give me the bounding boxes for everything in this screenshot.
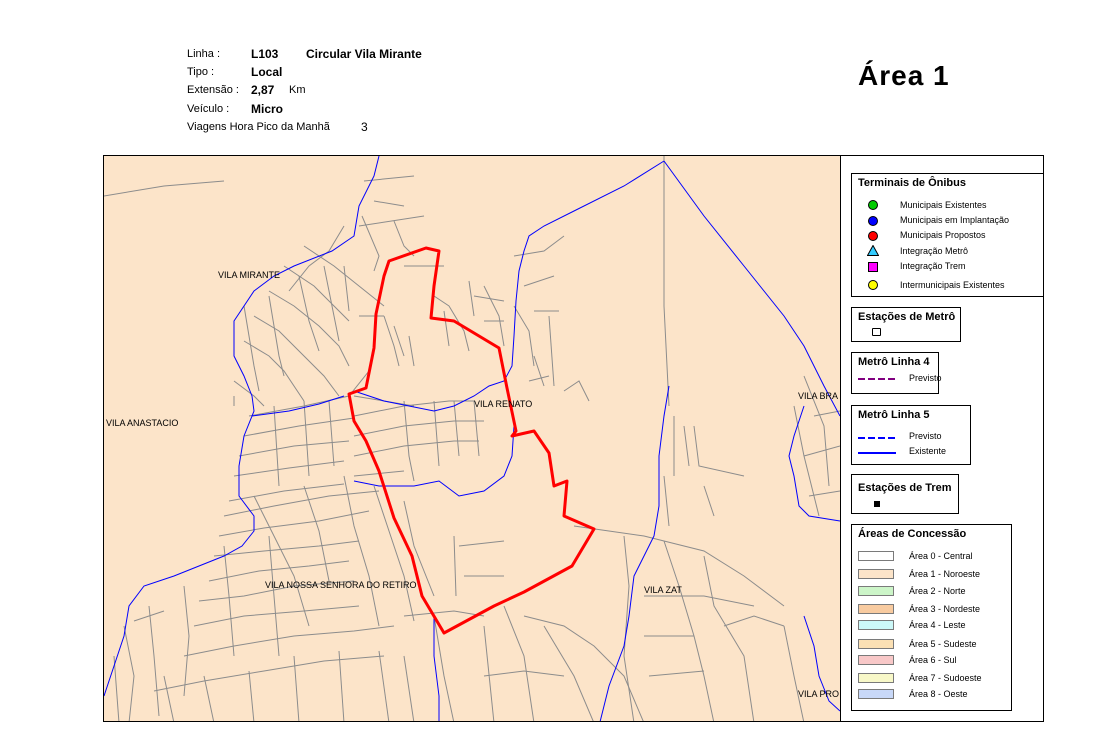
area-item-label: Área 3 - Nordeste xyxy=(909,604,981,614)
legend-areas-title: Áreas de Concessão xyxy=(858,528,967,540)
area-item-label: Área 1 - Noroeste xyxy=(909,569,981,579)
legend-metro-linha5-title: Metrô Linha 5 xyxy=(858,409,930,421)
map-frame: VILA MIRANTE VILA ANASTACIO VILA RENATO … xyxy=(103,155,1044,722)
tipo-label: Tipo : xyxy=(187,66,215,78)
linha-label: Linha : xyxy=(187,48,221,60)
area-item-label: Área 4 - Leste xyxy=(909,620,966,630)
terminal-item-label: Municipais Propostos xyxy=(900,230,986,240)
area-item-label: Área 0 - Central xyxy=(909,551,973,561)
veiculo-value: Micro xyxy=(251,102,284,116)
legend-panel: Terminais de Ônibus Municipais Existente… xyxy=(840,156,1043,721)
linha-code: L103 xyxy=(251,47,279,61)
area-item-label: Área 5 - Sudeste xyxy=(909,639,977,649)
legend-metro-linha4-title: Metrô Linha 4 xyxy=(858,356,930,368)
area-swatch xyxy=(858,655,894,665)
extensao-value: 2,87 xyxy=(251,83,275,97)
legend-areas: Áreas de Concessão Área 0 - Central Área… xyxy=(851,524,1012,711)
metro-linha5-previsto: Previsto xyxy=(909,431,942,441)
legend-metro-linha5: Metrô Linha 5 Previsto Existente xyxy=(851,405,971,465)
streets xyxy=(104,156,840,721)
map-svg xyxy=(104,156,840,721)
square-icon xyxy=(868,262,878,272)
legend-terminais: Terminais de Ônibus Municipais Existente… xyxy=(851,173,1043,297)
area-swatch xyxy=(858,569,894,579)
area-swatch xyxy=(858,551,894,561)
tipo-value: Local xyxy=(251,65,283,79)
yellow-circle-icon xyxy=(868,280,878,290)
label-vila-nossa-senhora: VILA NOSSA SENHORA DO RETIRO xyxy=(265,580,417,590)
linha-name: Circular Vila Mirante xyxy=(306,47,422,61)
area-item-label: Área 2 - Norte xyxy=(909,586,966,596)
legend-estacoes-trem-title: Estações de Trem xyxy=(858,482,952,494)
area-swatch xyxy=(858,604,894,614)
terminal-item-label: Municipais em Implantação xyxy=(900,215,1010,225)
terminal-item-label: Integração Metrô xyxy=(900,246,969,256)
area-swatch xyxy=(858,620,894,630)
terminal-item-label: Intermunicipais Existentes xyxy=(900,280,1005,290)
area-title: Área 1 xyxy=(858,60,950,91)
triangle-icon xyxy=(867,245,879,256)
dashed-line-icon xyxy=(858,378,896,380)
area-swatch xyxy=(858,673,894,683)
legend-terminais-title: Terminais de Ônibus xyxy=(858,177,966,189)
terminal-item-label: Integração Trem xyxy=(900,261,966,271)
red-circle-icon xyxy=(868,231,878,241)
metro-linha4-previsto: Previsto xyxy=(909,373,942,383)
metro-linha5-existente: Existente xyxy=(909,446,947,456)
extensao-label: Extensão : xyxy=(187,84,239,96)
label-vila-pro: VILA PRO xyxy=(798,689,840,699)
terminal-item-label: Municipais Existentes xyxy=(900,200,987,210)
area-item-label: Área 8 - Oeste xyxy=(909,689,968,699)
viagens-label: Viagens Hora Pico da Manhã xyxy=(187,121,330,133)
area-swatch xyxy=(858,586,894,596)
area-item-label: Área 6 - Sul xyxy=(909,655,957,665)
label-vila-bra: VILA BRA xyxy=(798,391,839,401)
veiculo-label: Veículo : xyxy=(187,103,230,115)
label-vila-renato: VILA RENATO xyxy=(474,399,533,409)
map-canvas[interactable]: VILA MIRANTE VILA ANASTACIO VILA RENATO … xyxy=(104,156,840,721)
solid-line-icon xyxy=(858,452,896,454)
dashed-line-icon xyxy=(858,437,896,439)
area-swatch xyxy=(858,689,894,699)
viagens-value: 3 xyxy=(361,120,368,134)
train-station-icon xyxy=(874,501,880,507)
label-vila-anastacio: VILA ANASTACIO xyxy=(106,418,179,428)
legend-estacoes-metro-title: Estações de Metrô xyxy=(858,311,956,323)
label-vila-zat: VILA ZAT xyxy=(644,585,682,595)
blue-circle-icon xyxy=(868,216,878,226)
area-boundaries xyxy=(104,156,840,721)
metro-station-icon xyxy=(872,328,881,336)
label-vila-mirante: VILA MIRANTE xyxy=(218,270,281,280)
green-circle-icon xyxy=(868,200,878,210)
extensao-unit: Km xyxy=(289,84,306,96)
legend-metro-linha4: Metrô Linha 4 Previsto xyxy=(851,352,942,394)
legend-estacoes-trem: Estações de Trem xyxy=(851,474,959,514)
legend-estacoes-metro: Estações de Metrô xyxy=(851,307,961,342)
area-item-label: Área 7 - Sudoeste xyxy=(909,673,982,683)
area-swatch xyxy=(858,639,894,649)
